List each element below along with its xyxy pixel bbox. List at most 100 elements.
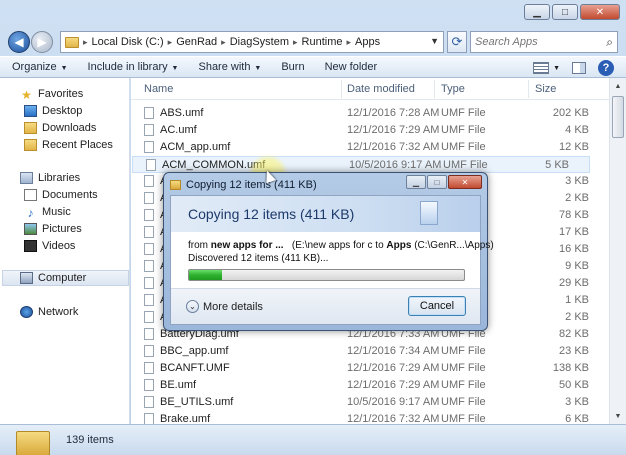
- preview-pane-icon[interactable]: [572, 62, 586, 74]
- chevron-down-icon[interactable]: ⌄: [186, 300, 199, 313]
- file-icon: [144, 362, 154, 374]
- breadcrumb-item[interactable]: Local Disk (C:): [92, 36, 164, 48]
- nav-label: Recent Places: [42, 139, 113, 151]
- close-button[interactable]: ✕: [580, 4, 620, 20]
- dropdown-arrow-icon[interactable]: ▼: [553, 65, 560, 72]
- table-row[interactable]: AC.umf 12/1/2016 7:29 AM UMF File 4 KB: [131, 122, 609, 139]
- file-icon: [144, 311, 154, 323]
- nav-libraries[interactable]: Libraries: [20, 170, 80, 186]
- column-divider[interactable]: [528, 80, 529, 98]
- column-header-type[interactable]: Type: [441, 83, 465, 95]
- file-icon: [144, 396, 154, 408]
- dialog-header: Copying 12 items (411 KB): [171, 196, 480, 232]
- table-row[interactable]: Brake.umf 12/1/2016 7:32 AM UMF File 6 KB: [131, 411, 609, 424]
- address-bar[interactable]: ▸ Local Disk (C:) ▸ GenRad ▸ DiagSystem …: [60, 31, 444, 53]
- file-date: 12/1/2016 7:32 AM: [347, 141, 440, 153]
- change-view-icon[interactable]: [533, 62, 550, 74]
- nav-pictures[interactable]: Pictures: [24, 221, 82, 237]
- dialog-heading: Copying 12 items (411 KB): [188, 206, 355, 222]
- file-icon: [144, 243, 154, 255]
- search-box[interactable]: ⌕: [470, 31, 618, 53]
- maximize-button[interactable]: □: [552, 4, 578, 20]
- file-icon: [144, 328, 154, 340]
- breadcrumb-item[interactable]: DiagSystem: [230, 36, 289, 48]
- copy-folder-icon: [170, 180, 181, 190]
- minimize-button[interactable]: ▁: [524, 4, 550, 20]
- scroll-down-icon[interactable]: ▼: [610, 408, 626, 424]
- address-row: ◀ ▶ ▸ Local Disk (C:) ▸ GenRad ▸ DiagSys…: [0, 28, 626, 56]
- organize-button[interactable]: Organize ▼: [12, 61, 68, 73]
- dropdown-arrow-icon: ▼: [252, 65, 262, 72]
- help-icon[interactable]: ?: [598, 60, 614, 76]
- downloads-icon: [24, 122, 37, 134]
- scroll-up-icon[interactable]: ▲: [610, 78, 626, 94]
- nav-label: Computer: [38, 272, 87, 284]
- file-size: 3 KB: [565, 396, 589, 408]
- table-row[interactable]: ACM_COMMON.umf 10/5/2016 9:17 AM UMF File 5…: [132, 156, 590, 173]
- file-name: BBC_app.umf: [160, 345, 229, 357]
- chevron-down-icon[interactable]: ▼: [430, 36, 439, 46]
- breadcrumb-item[interactable]: Apps: [355, 36, 380, 48]
- chevron-right-icon: ▸: [167, 36, 173, 47]
- table-row[interactable]: BE.umf 12/1/2016 7:29 AM UMF File 50 KB: [131, 377, 609, 394]
- column-header-date[interactable]: Date modified: [347, 83, 415, 95]
- nav-recent-places[interactable]: Recent Places: [24, 137, 113, 153]
- nav-computer[interactable]: Computer: [2, 270, 129, 286]
- table-row[interactable]: BE_UTILS.umf 10/5/2016 9:17 AM UMF File 3 K…: [131, 394, 609, 411]
- table-row[interactable]: ACM_app.umf 12/1/2016 7:32 AM UMF File 12 K…: [131, 139, 609, 156]
- column-header-name[interactable]: Name: [144, 83, 173, 95]
- breadcrumb-item[interactable]: Runtime: [302, 36, 343, 48]
- destination-name[interactable]: Apps: [386, 240, 411, 251]
- videos-icon: [24, 240, 37, 252]
- include-in-library-button[interactable]: Include in library ▼: [88, 61, 179, 73]
- file-icon: [144, 107, 154, 119]
- nav-downloads[interactable]: Downloads: [24, 120, 96, 136]
- dialog-footer: ⌄ More details Cancel: [171, 288, 480, 324]
- nav-documents[interactable]: Documents: [24, 187, 98, 203]
- nav-network[interactable]: Network: [20, 304, 78, 320]
- file-size: 202 KB: [552, 107, 589, 119]
- search-input[interactable]: [475, 36, 595, 48]
- file-icon: [144, 260, 154, 272]
- breadcrumb-item[interactable]: GenRad: [176, 36, 217, 48]
- share-with-button[interactable]: Share with ▼: [198, 61, 261, 73]
- nav-videos[interactable]: Videos: [24, 238, 75, 254]
- file-date: 12/1/2016 7:34 AM: [347, 345, 440, 357]
- column-divider[interactable]: [434, 80, 435, 98]
- dialog-minimize-button[interactable]: ▁: [406, 175, 426, 189]
- scroll-thumb[interactable]: [612, 96, 624, 138]
- file-date: 12/1/2016 7:29 AM: [347, 379, 440, 391]
- file-size: 29 KB: [559, 277, 589, 289]
- dropdown-arrow-icon: ▼: [58, 65, 68, 72]
- column-header-size[interactable]: Size: [535, 83, 556, 95]
- table-row[interactable]: ABS.umf 12/1/2016 7:28 AM UMF File 202 KB: [131, 105, 609, 122]
- file-size: 16 KB: [559, 243, 589, 255]
- file-size: 17 KB: [559, 226, 589, 238]
- file-type: UMF File: [441, 413, 486, 424]
- nav-favorites[interactable]: ★ Favorites: [20, 86, 83, 102]
- refresh-button[interactable]: ⟳: [447, 31, 467, 53]
- forward-button[interactable]: ▶: [31, 31, 53, 53]
- cancel-button[interactable]: Cancel: [408, 296, 466, 316]
- network-icon: [20, 306, 33, 318]
- table-row[interactable]: BCANFT.UMF 12/1/2016 7:29 AM UMF File 138 K…: [131, 360, 609, 377]
- dialog-close-button[interactable]: ✕: [448, 175, 482, 189]
- file-name: Brake.umf: [160, 413, 211, 424]
- back-button[interactable]: ◀: [8, 31, 30, 53]
- nav-desktop[interactable]: Desktop: [24, 103, 82, 119]
- file-icon: [144, 379, 154, 391]
- file-icon: [144, 124, 154, 136]
- column-divider[interactable]: [341, 80, 342, 98]
- file-date: 12/1/2016 7:29 AM: [347, 362, 440, 374]
- source-name[interactable]: new apps for ...: [211, 240, 284, 251]
- file-size: 2 KB: [565, 311, 589, 323]
- new-folder-button[interactable]: New folder: [325, 61, 378, 73]
- search-icon[interactable]: ⌕: [606, 35, 613, 50]
- more-details-toggle[interactable]: More details: [203, 301, 263, 313]
- burn-button[interactable]: Burn: [281, 61, 304, 73]
- dialog-maximize-button[interactable]: □: [427, 175, 447, 189]
- file-type: UMF File: [441, 141, 486, 153]
- table-row[interactable]: BBC_app.umf 12/1/2016 7:34 AM UMF File 23 K…: [131, 343, 609, 360]
- vertical-scrollbar[interactable]: ▲ ▼: [609, 78, 626, 424]
- nav-music[interactable]: ♪ Music: [24, 204, 71, 220]
